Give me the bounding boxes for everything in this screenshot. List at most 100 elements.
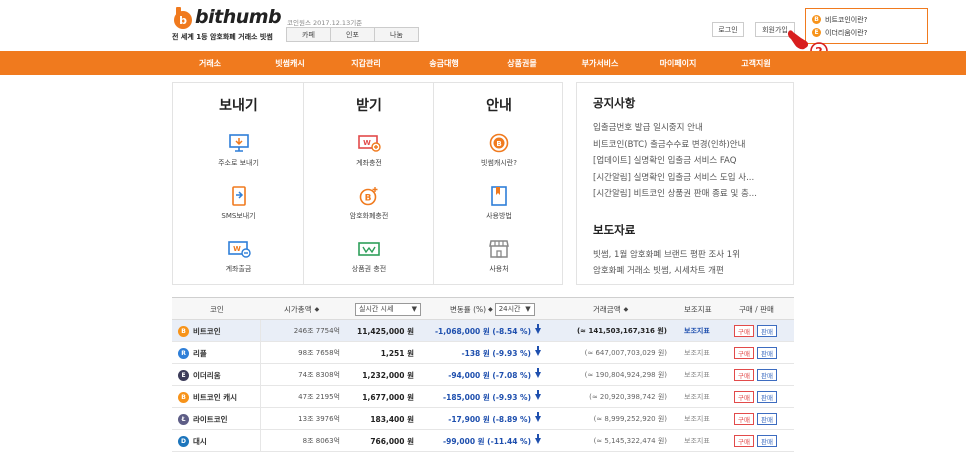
column-divider <box>260 342 261 364</box>
promo-label: 비트코인이란? <box>825 15 868 24</box>
svg-text:W: W <box>233 245 241 253</box>
price-change: -94,000 원 (-7.08 %) <box>448 364 541 386</box>
login-button[interactable]: 로그인 <box>712 22 744 37</box>
period-select[interactable]: 24시간 ▼ <box>494 302 535 316</box>
table-row[interactable]: R 리플 98조 7658억 1,251 원 -138 원 (-9.93 %) … <box>172 342 794 364</box>
trade-buttons: 구매 판매 <box>734 386 777 408</box>
coin-cell[interactable]: E 이더리움 <box>178 364 221 386</box>
store-list-link[interactable]: 사용처 <box>434 239 564 274</box>
arrow-down-icon <box>535 434 541 444</box>
notice-panel: 공지사항 입출금번호 발급 일시중지 안내 비트코인(BTC) 출금수수료 변경… <box>576 82 794 285</box>
store-icon <box>489 240 509 258</box>
current-price: 766,000 원 <box>370 436 414 446</box>
notice-item[interactable]: [시간알림] 실명확인 입출금 서비스 도입 사... <box>593 171 783 188</box>
sell-button[interactable]: 판매 <box>757 369 777 381</box>
svg-text:W: W <box>363 139 371 147</box>
trade-buttons: 구매 판매 <box>734 364 777 386</box>
crypto-deposit-link[interactable]: B 암호화폐충전 <box>304 186 434 221</box>
buy-button[interactable]: 구매 <box>734 325 754 337</box>
sort-icon: ◆ <box>623 305 629 313</box>
column-divider <box>260 364 261 386</box>
aux-indicator-link[interactable]: 보조지표 <box>684 408 710 430</box>
gift-card-deposit-link[interactable]: 상품권 충전 <box>304 239 434 274</box>
sort-icon[interactable]: ◆ <box>488 306 493 313</box>
coin-cell[interactable]: Ł 라이트코인 <box>178 408 228 430</box>
how-to-use-link[interactable]: 사용방법 <box>434 186 564 221</box>
nav-item-support[interactable]: 고객지원 <box>741 51 770 75</box>
table-row[interactable]: D 대시 8조 8063억 766,000 원 -99,000 원 (-11.4… <box>172 430 794 452</box>
sell-button[interactable]: 판매 <box>757 435 777 447</box>
notice-item[interactable]: [업데이트] 실명확인 입출금 서비스 FAQ <box>593 154 783 171</box>
bithumb-logo[interactable]: b bithumb <box>172 6 282 32</box>
coin-cell[interactable]: R 리플 <box>178 342 207 364</box>
quick-tab-cafe[interactable]: 카페 <box>286 27 331 42</box>
press-item[interactable]: 빗썸, 1월 암호화폐 브랜드 평판 조사 1위 <box>593 248 783 265</box>
table-row[interactable]: B 비트코인 캐시 47조 2195억 1,677,000 원 -185,000… <box>172 386 794 408</box>
sell-button[interactable]: 판매 <box>757 325 777 337</box>
service-label: 사용방법 <box>486 212 512 220</box>
promo-label: 이더리움이란? <box>825 28 868 37</box>
table-row[interactable]: Ł 라이트코인 13조 3976억 183,400 원 -17,900 원 (-… <box>172 408 794 430</box>
coin-icon: B <box>178 391 189 403</box>
aux-indicator-link[interactable]: 보조지표 <box>684 430 710 452</box>
market-cap: 74조 8308억 <box>298 371 340 379</box>
price-change-text: -99,000 원 (-11.44 %) <box>443 436 531 446</box>
col-header-mcap[interactable]: 시가총액 ◆ <box>284 298 319 320</box>
withdraw-account-link[interactable]: W 계좌출금 <box>173 239 304 274</box>
nav-item-exchange[interactable]: 거래소 <box>199 51 221 75</box>
cash-services-panel: 보내기 주소로 보내기 SMS보내기 W 계좌출금 받기 W 계좌충전 B 암호… <box>172 82 563 285</box>
price-select-wrap: 실시간 시세 ▼ <box>355 298 421 320</box>
press-title[interactable]: 보도자료 <box>593 222 793 238</box>
col-header-volume[interactable]: 거래금액 ◆ <box>593 298 628 320</box>
price-change-text: -17,900 원 (-8.89 %) <box>448 414 531 424</box>
send-to-address-link[interactable]: 주소로 보내기 <box>173 133 304 168</box>
notice-item[interactable]: 비트코인(BTC) 출금수수료 변경(인하)안내 <box>593 138 783 155</box>
trade-volume: (≈ 141,503,167,316 원) <box>576 327 667 335</box>
aux-indicator-link[interactable]: 보조지표 <box>684 342 710 364</box>
coin-name: 비트코인 <box>193 326 221 336</box>
notice-item[interactable]: [시간알림] 비트코인 상품권 판매 종료 및 충... <box>593 187 783 204</box>
coin-cell[interactable]: B 비트코인 캐시 <box>178 386 237 408</box>
press-item[interactable]: 암호화폐 거래소 빗썸, 시세차트 개편 <box>593 264 783 281</box>
buy-button[interactable]: 구매 <box>734 413 754 425</box>
promo-link-bitcoin[interactable]: B 비트코인이란? <box>812 13 921 26</box>
send-sms-link[interactable]: SMS보내기 <box>173 186 304 221</box>
quick-tab-info[interactable]: 인포 <box>330 27 375 42</box>
nav-item-extra-services[interactable]: 부가서비스 <box>582 51 619 75</box>
aux-indicator-link[interactable]: 보조지표 <box>684 320 710 342</box>
what-is-cash-link[interactable]: B 빗썸캐시란? <box>434 133 564 168</box>
sell-button[interactable]: 판매 <box>757 347 777 359</box>
receive-title: 받기 <box>356 98 382 114</box>
service-label: 상품권 충전 <box>351 265 387 273</box>
sell-button[interactable]: 판매 <box>757 413 777 425</box>
quick-tab-share[interactable]: 나눔 <box>374 27 419 42</box>
notice-item[interactable]: 입출금번호 발급 일시중지 안내 <box>593 121 783 138</box>
nav-item-remittance[interactable]: 송금대행 <box>429 51 458 75</box>
sell-button[interactable]: 판매 <box>757 391 777 403</box>
notice-title[interactable]: 공지사항 <box>593 95 793 111</box>
coin-cell[interactable]: B 비트코인 <box>178 320 221 342</box>
nav-item-wallet[interactable]: 지갑관리 <box>351 51 380 75</box>
svg-text:B: B <box>365 194 372 204</box>
col-header-coin: 코인 <box>210 304 224 314</box>
col-header-trade: 구매 / 판매 <box>739 304 774 314</box>
sort-icon: ◆ <box>314 305 320 313</box>
aux-indicator-link[interactable]: 보조지표 <box>684 386 710 408</box>
nav-item-mypage[interactable]: 마이페이지 <box>660 51 697 75</box>
aux-indicator-link[interactable]: 보조지표 <box>684 364 710 386</box>
buy-button[interactable]: 구매 <box>734 369 754 381</box>
coin-cell[interactable]: D 대시 <box>178 430 207 452</box>
deposit-account-link[interactable]: W 계좌충전 <box>304 133 434 168</box>
buy-button[interactable]: 구매 <box>734 347 754 359</box>
col-header-label: 변동률 (%) <box>450 304 487 314</box>
nav-item-gift-mall[interactable]: 상품권몰 <box>507 51 536 75</box>
table-row[interactable]: E 이더리움 74조 8308억 1,232,000 원 -94,000 원 (… <box>172 364 794 386</box>
nav-item-bithumb-cash[interactable]: 빗썸캐시 <box>275 51 304 75</box>
price-type-select[interactable]: 실시간 시세 ▼ <box>355 302 421 316</box>
arrow-down-icon <box>535 324 541 334</box>
price-change-text: -1,068,000 원 (-8.54 %) <box>434 326 531 336</box>
table-row[interactable]: B 비트코인 246조 7754억 11,425,000 원 -1,068,00… <box>172 320 794 342</box>
buy-button[interactable]: 구매 <box>734 435 754 447</box>
book-icon <box>491 186 507 206</box>
buy-button[interactable]: 구매 <box>734 391 754 403</box>
